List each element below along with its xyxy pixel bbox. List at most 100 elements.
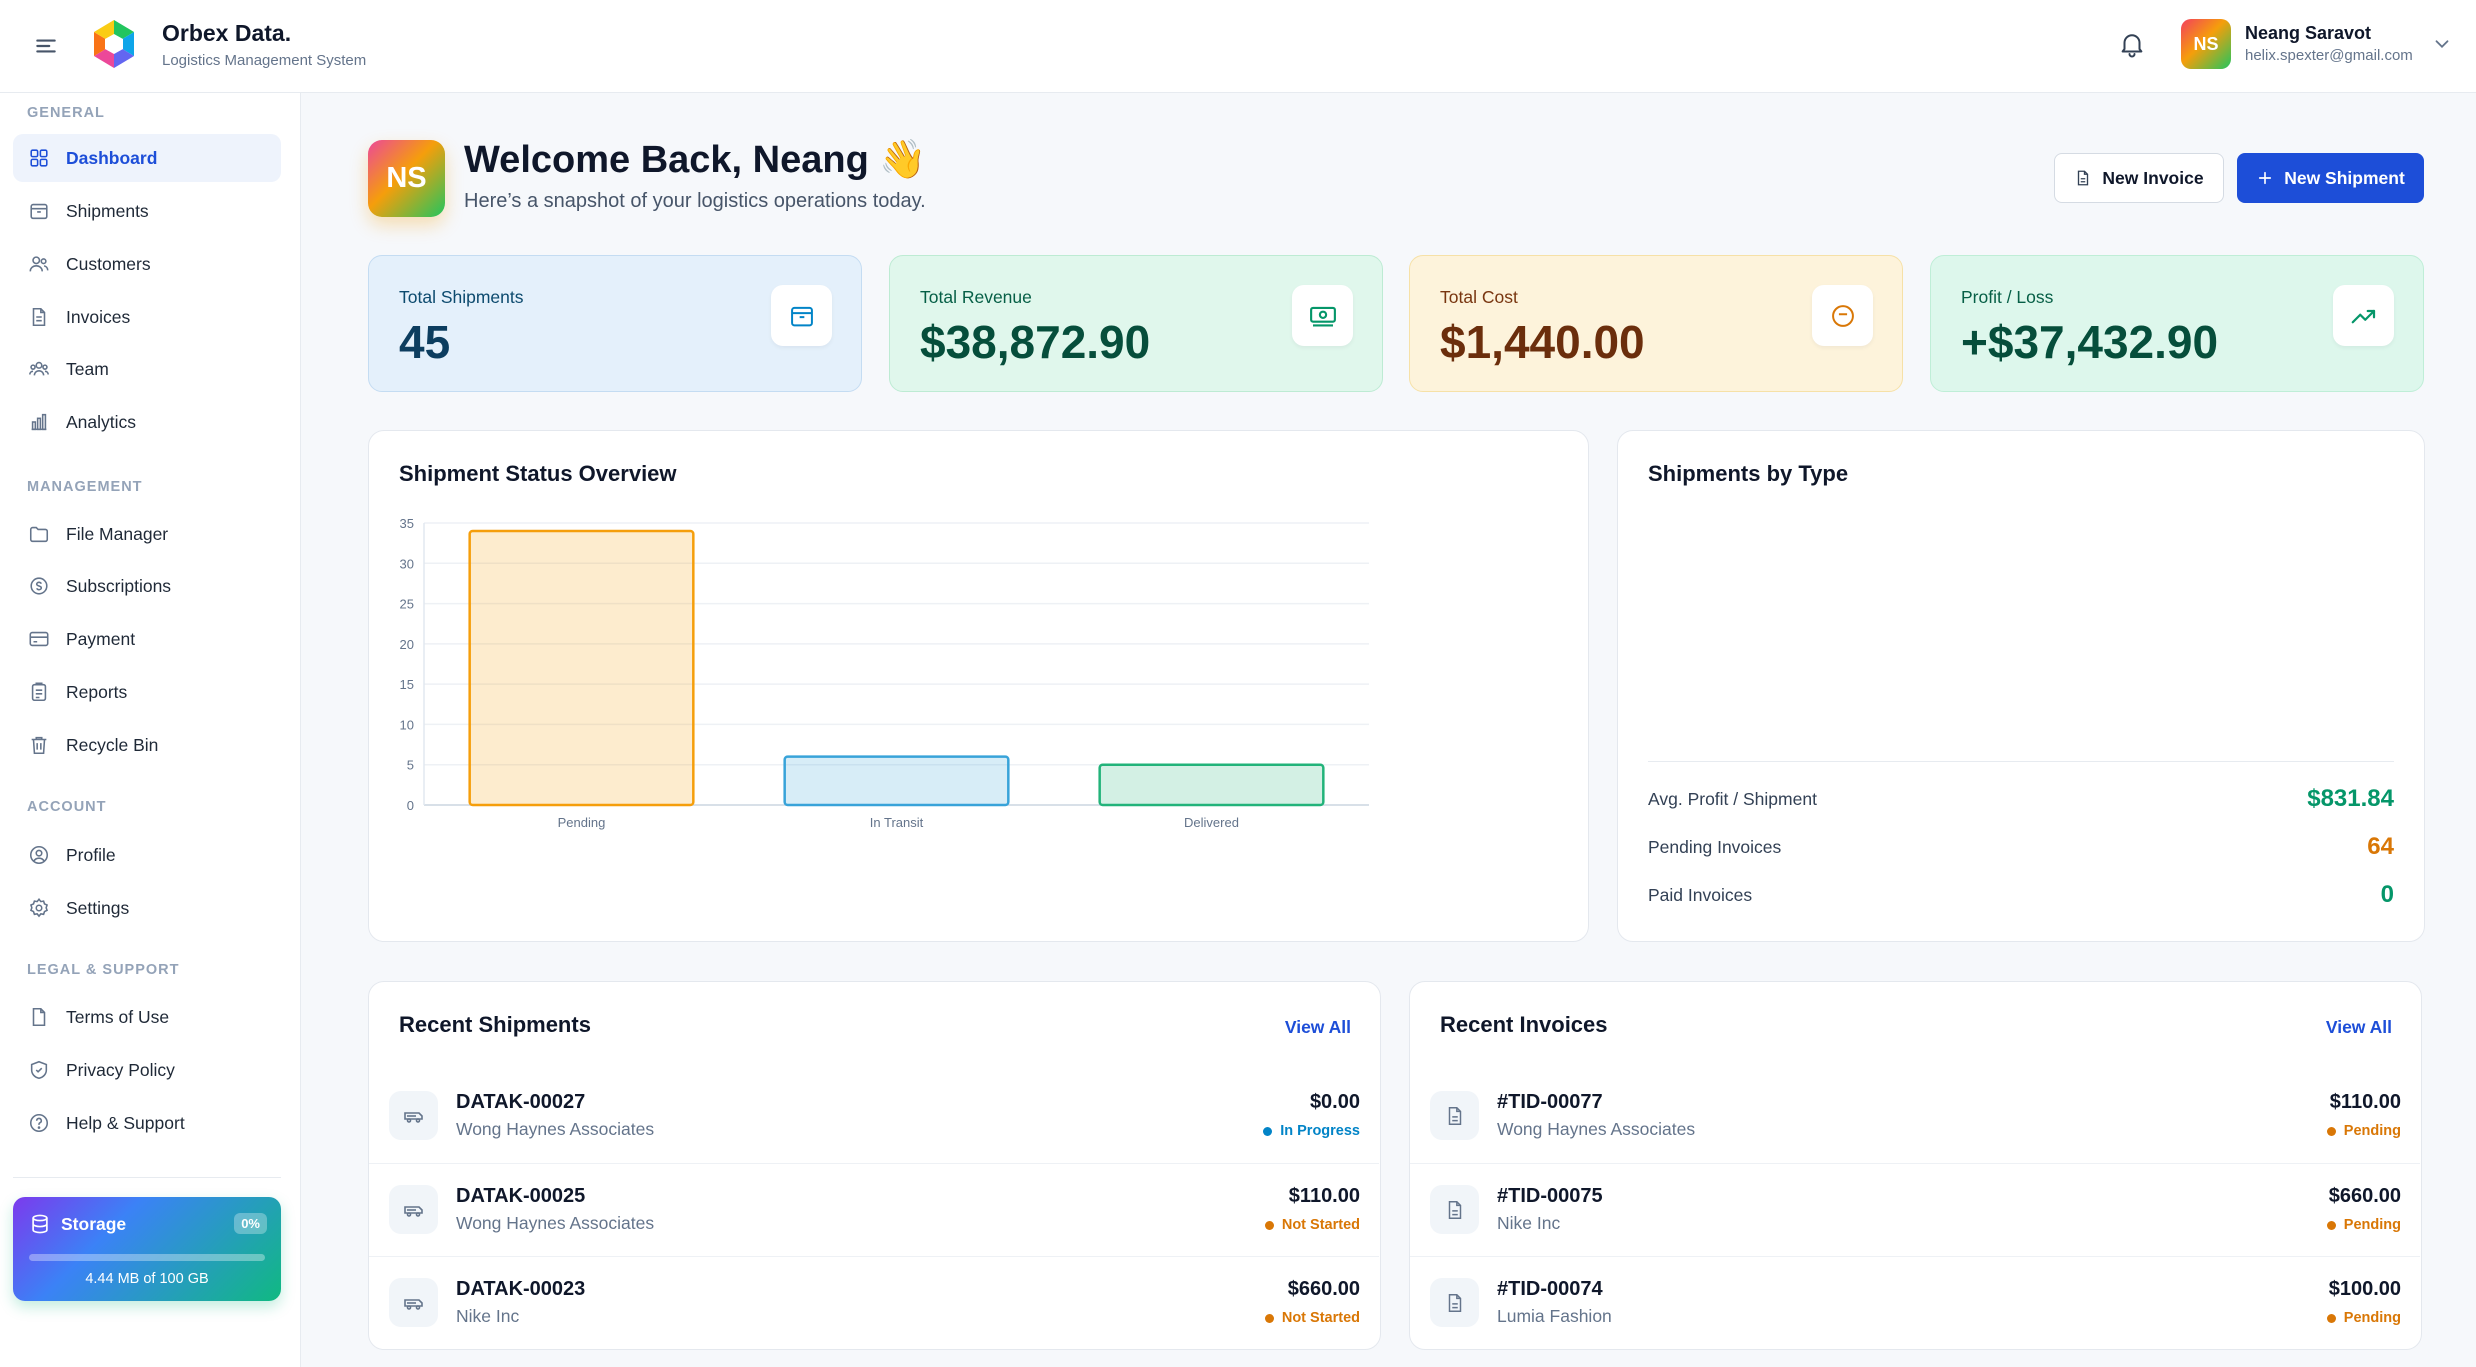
stat-label: Total Revenue	[920, 287, 1032, 307]
shipment-status-card: Shipment Status Overview 0 5 10 15 20 25 30 35 P…	[368, 430, 1589, 942]
shipment-id: DATAK-00023	[456, 1278, 586, 1300]
sidebar-item-file-manager[interactable]: File Manager	[13, 510, 281, 558]
sidebar-item-label: Profile	[66, 844, 116, 865]
shipment-amount: $0.00	[1309, 1091, 1360, 1113]
stat-label: Total Shipments	[399, 287, 524, 307]
invoice-row[interactable]: #TID-00074 Lumia Fashion $100.00 Pending	[1410, 1256, 2420, 1349]
sidebar-item-label: Settings	[66, 897, 130, 918]
status-text: Pending	[2343, 1217, 2401, 1233]
sidebar-item-profile[interactable]: Profile	[13, 831, 281, 879]
status-dot	[1263, 1126, 1273, 1136]
metric-avg-profit: Avg. Profit / Shipment $831.84	[1648, 784, 2394, 814]
sidebar-item-dashboard[interactable]: Dashboard	[13, 134, 281, 182]
customer-name: Lumia Fashion	[1497, 1306, 1612, 1326]
welcome-avatar: NS	[368, 140, 445, 217]
new-shipment-button[interactable]: New Shipment	[2237, 153, 2424, 203]
report-icon	[28, 681, 50, 703]
users-icon	[28, 253, 50, 275]
sidebar-item-invoices[interactable]: Invoices	[13, 293, 281, 341]
shipments-by-type-card: Shipments by Type Avg. Profit / Shipment…	[1617, 430, 2425, 942]
sidebar-item-shipments[interactable]: Shipments	[13, 187, 281, 235]
stat-value: +$37,432.90	[1961, 316, 2219, 368]
file-icon	[28, 1006, 50, 1028]
new-shipment-label: New Shipment	[2284, 167, 2405, 188]
trend-up-icon	[2333, 285, 2394, 346]
subscription-icon	[28, 575, 50, 597]
user-avatar[interactable]: NS	[2181, 19, 2231, 69]
customer-name: Nike Inc	[456, 1306, 520, 1326]
invoice-amount: $100.00	[2328, 1278, 2401, 1300]
profile-icon	[28, 844, 50, 866]
invoice-document-icon	[1430, 1185, 1479, 1234]
sidebar-item-label: File Manager	[66, 523, 169, 544]
status-badge: In Progress	[1263, 1123, 1360, 1139]
box-icon	[28, 200, 50, 222]
user-name: Neang Saravot	[2245, 23, 2372, 43]
x-tick-label: In Transit	[870, 815, 924, 830]
sidebar-item-label: Dashboard	[66, 147, 158, 168]
database-icon	[29, 1213, 51, 1235]
shipment-row[interactable]: DATAK-00023 Nike Inc $660.00 Not Started	[369, 1256, 1379, 1349]
status-text: In Progress	[1280, 1123, 1360, 1139]
sidebar-item-recycle-bin[interactable]: Recycle Bin	[13, 721, 281, 769]
sidebar-item-privacy-policy[interactable]: Privacy Policy	[13, 1046, 281, 1094]
sidebar-item-label: Payment	[66, 628, 136, 649]
bell-icon[interactable]	[2117, 29, 2147, 59]
stat-value: $38,872.90	[920, 316, 1151, 368]
truck-icon	[389, 1278, 438, 1327]
shipment-amount: $660.00	[1287, 1278, 1360, 1300]
brand-name: Orbex Data.	[162, 20, 292, 46]
status-dot	[1264, 1313, 1274, 1323]
y-tick-label: 10	[400, 717, 414, 732]
package-icon	[771, 285, 832, 346]
view-all-shipments-link[interactable]: View All	[1285, 1017, 1351, 1038]
sidebar-item-reports[interactable]: Reports	[13, 668, 281, 716]
new-invoice-label: New Invoice	[2102, 167, 2204, 188]
sidebar-item-settings[interactable]: Settings	[13, 884, 281, 932]
shipment-id: DATAK-00027	[456, 1091, 586, 1113]
sidebar-item-customers[interactable]: Customers	[13, 240, 281, 288]
invoice-id: #TID-00074	[1497, 1278, 1603, 1300]
bar-delivered	[1098, 763, 1325, 807]
sidebar-item-label: Recycle Bin	[66, 734, 159, 755]
brand-logo-icon	[90, 18, 138, 70]
menu-toggle-icon[interactable]	[33, 33, 59, 59]
metric-label: Paid Invoices	[1648, 884, 1753, 905]
shipment-row[interactable]: DATAK-00025 Wong Haynes Associates $110.…	[369, 1163, 1379, 1256]
bar-in-transit	[783, 755, 1010, 807]
invoice-id: #TID-00075	[1497, 1185, 1603, 1207]
gear-icon	[28, 897, 50, 919]
stat-card-total-cost: Total Cost $1,440.00	[1409, 255, 1903, 392]
storage-widget[interactable]: Storage 0% 4.44 MB of 100 GB	[13, 1197, 281, 1301]
page-subtitle: Here’s a snapshot of your logistics oper…	[464, 190, 926, 212]
sidebar-item-analytics[interactable]: Analytics	[13, 398, 281, 446]
status-dot	[2326, 1313, 2336, 1323]
sidebar-item-payment[interactable]: Payment	[13, 615, 281, 663]
y-tick-label: 5	[407, 758, 414, 773]
help-icon	[28, 1112, 50, 1134]
stat-value: 45	[399, 316, 451, 368]
invoice-row[interactable]: #TID-00077 Wong Haynes Associates $110.0…	[1410, 1070, 2420, 1163]
shield-icon	[28, 1059, 50, 1081]
sidebar-item-terms-of-use[interactable]: Terms of Use	[13, 993, 281, 1041]
invoice-row[interactable]: #TID-00075 Nike Inc $660.00 Pending	[1410, 1163, 2420, 1256]
user-email: helix.spexter@gmail.com	[2245, 47, 2413, 64]
sidebar-item-help-support[interactable]: Help & Support	[13, 1099, 281, 1147]
view-all-invoices-link[interactable]: View All	[2326, 1017, 2392, 1038]
recent-shipments-card: Recent Shipments View All DATAK-00027 Wo…	[368, 981, 1381, 1350]
storage-title: Storage	[61, 1214, 127, 1234]
chevron-down-icon[interactable]	[2431, 33, 2453, 55]
shipment-row[interactable]: DATAK-00027 Wong Haynes Associates $0.00…	[369, 1070, 1379, 1163]
status-dot	[2326, 1126, 2336, 1136]
page-title: Welcome Back, Neang 👋	[464, 138, 927, 182]
metric-value: 64	[2367, 833, 2394, 860]
status-text: Not Started	[1281, 1310, 1360, 1326]
sidebar-item-label: Help & Support	[66, 1112, 185, 1133]
sidebar-item-team[interactable]: Team	[13, 345, 281, 393]
status-dot	[2326, 1220, 2336, 1230]
sidebar-item-subscriptions[interactable]: Subscriptions	[13, 562, 281, 610]
bar-chart-icon	[28, 411, 50, 433]
recent-invoices-card: Recent Invoices View All #TID-00077 Wong…	[1409, 981, 2422, 1350]
banknote-icon	[1292, 285, 1353, 346]
new-invoice-button[interactable]: New Invoice	[2054, 153, 2224, 203]
